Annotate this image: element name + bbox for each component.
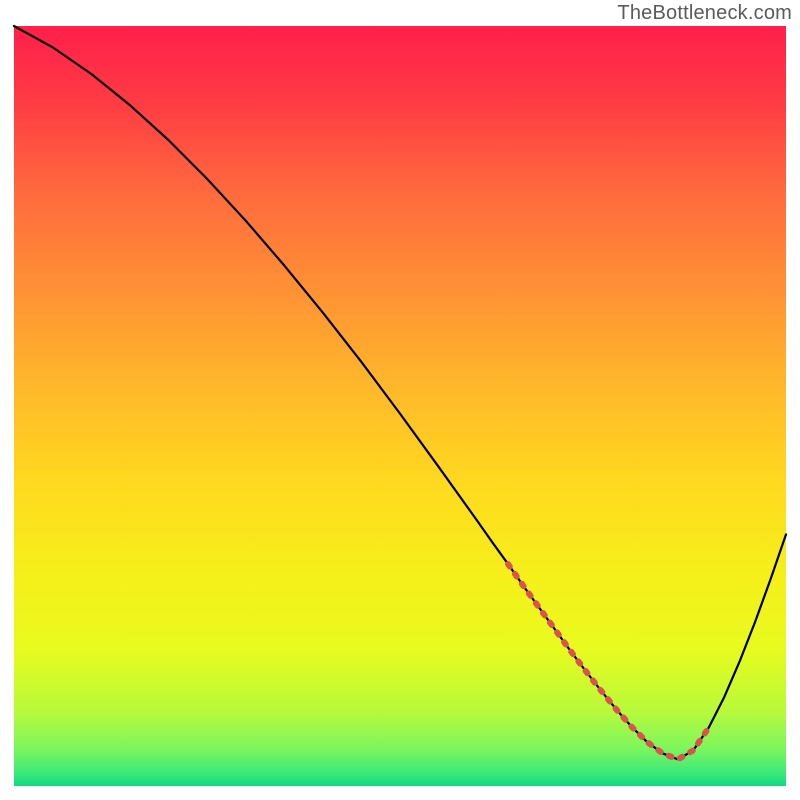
bottleneck-curve-chart	[0, 0, 800, 800]
watermark-text: TheBottleneck.com	[617, 2, 792, 25]
plot-background	[14, 26, 786, 786]
chart-container: TheBottleneck.com	[0, 0, 800, 800]
